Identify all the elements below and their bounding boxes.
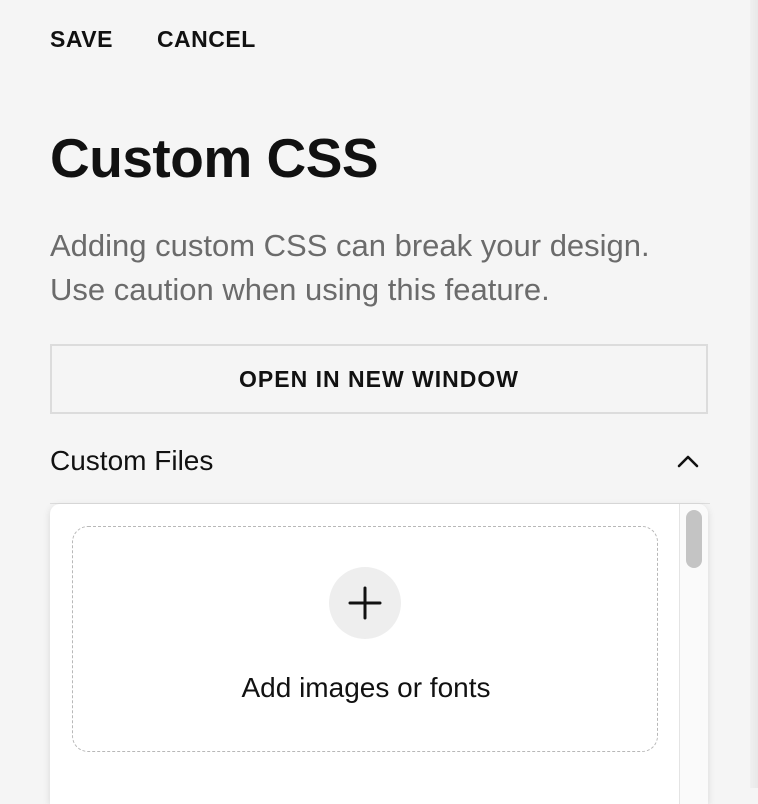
action-bar: SAVE CANCEL: [50, 26, 256, 53]
panel-edge: [750, 0, 758, 788]
warning-description: Adding custom CSS can break your design.…: [50, 224, 730, 312]
save-button[interactable]: SAVE: [50, 26, 113, 53]
custom-files-toggle[interactable]: Custom Files: [50, 436, 710, 486]
scrollbar-track[interactable]: [679, 504, 708, 804]
chevron-up-icon[interactable]: [676, 449, 700, 473]
page-title: Custom CSS: [50, 127, 379, 189]
custom-css-panel: SAVE CANCEL Custom CSS Adding custom CSS…: [0, 0, 750, 804]
description-line-1: Adding custom CSS can break your design.: [50, 228, 650, 263]
cancel-button[interactable]: CANCEL: [157, 26, 256, 53]
custom-files-label: Custom Files: [50, 445, 214, 476]
open-in-new-window-button[interactable]: OPEN IN NEW WINDOW: [50, 344, 708, 414]
dropzone-label: Add images or fonts: [241, 672, 491, 703]
plus-icon: [348, 586, 382, 620]
custom-files-card: Add images or fonts: [50, 504, 708, 804]
add-file-button[interactable]: [329, 567, 401, 639]
scrollbar-thumb[interactable]: [686, 510, 702, 568]
description-line-2: Use caution when using this feature.: [50, 272, 550, 307]
file-dropzone[interactable]: Add images or fonts: [72, 526, 658, 752]
